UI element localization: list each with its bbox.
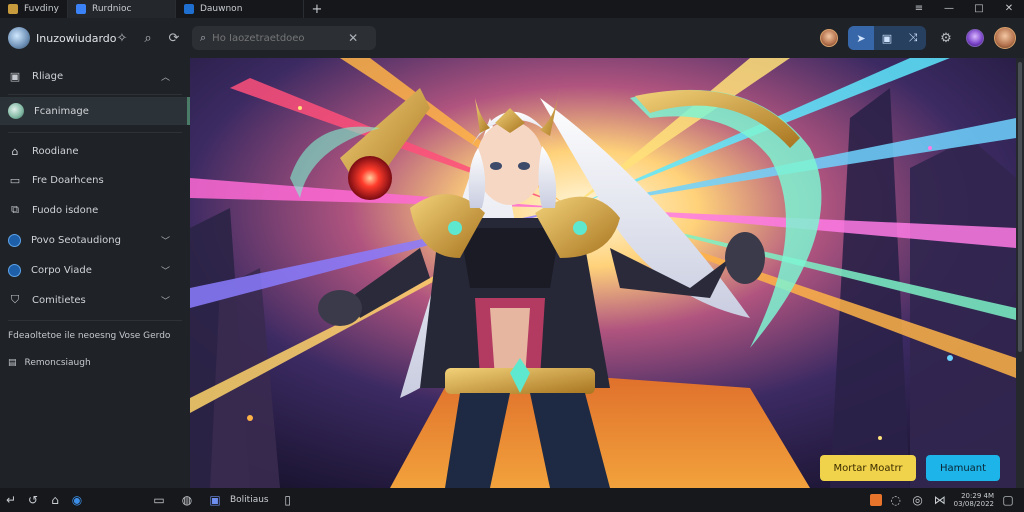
sparkle-icon[interactable]: ✧ bbox=[112, 28, 132, 48]
system-tray: ◌ ◎ ⋈ 20:29 4M 03/08/2022 ▢ bbox=[869, 488, 1016, 512]
undo-icon[interactable]: ↺ bbox=[22, 488, 44, 512]
primary-action-button[interactable]: Mortar Moatrr bbox=[820, 455, 916, 481]
clock: 20:29 4M 03/08/2022 bbox=[954, 492, 994, 508]
sidebar-item-roodiane[interactable]: ⌂ Roodiane bbox=[0, 137, 190, 165]
sidebar-footer-link-label: Remoncsiaugh bbox=[24, 358, 91, 368]
divider bbox=[8, 132, 182, 133]
tab-rurdnioc[interactable]: Rurdnioc bbox=[67, 0, 176, 18]
notification-icon[interactable] bbox=[869, 494, 882, 506]
sidebar-item-doarhcens[interactable]: ▭ Fre Doarhcens bbox=[0, 166, 190, 194]
tab-label: Fuvdiny bbox=[24, 4, 59, 14]
sidebar-item-label: Corpo Viade bbox=[31, 264, 92, 276]
share-icon[interactable]: ⋈ bbox=[932, 488, 948, 512]
clock-date: 03/08/2022 bbox=[953, 500, 994, 508]
sidebar-item-label: Roodiane bbox=[32, 145, 79, 157]
v-circle-icon bbox=[8, 233, 21, 247]
vertical-scrollbar[interactable] bbox=[1016, 58, 1024, 488]
wifi-icon[interactable]: ◌ bbox=[888, 488, 904, 512]
image-toggle-icon[interactable]: ▣ bbox=[874, 26, 900, 50]
v-icon bbox=[183, 4, 194, 14]
brand-logo-icon bbox=[8, 27, 30, 49]
chat-icon[interactable]: ▢ bbox=[1000, 488, 1016, 512]
new-tab-button[interactable]: + bbox=[304, 2, 330, 17]
folder-icon: ▭ bbox=[9, 173, 21, 187]
sidebar-footer-text: Fdeaoltetoe ile neoesng Vose Gerdo bbox=[8, 331, 171, 341]
search-input-icon: ⌕ bbox=[200, 31, 207, 44]
sidebar-item-label: Fcanimage bbox=[34, 105, 89, 117]
brand[interactable]: Inuzowiudardo bbox=[0, 27, 186, 49]
search-bar[interactable]: ⌕ ✕ bbox=[192, 26, 376, 50]
app-window-icon[interactable]: ▣ bbox=[204, 488, 226, 512]
back-icon[interactable]: ↵ bbox=[0, 488, 22, 512]
sidebar-footer-link[interactable]: ▤ Remoncsiaugh bbox=[8, 358, 91, 368]
toolbar-right: ➤ ▣ ⤨ ⚙ bbox=[820, 26, 1016, 50]
refresh-icon[interactable]: ⟳ bbox=[164, 28, 184, 48]
shield-icon: ⛉ bbox=[10, 293, 20, 306]
purple-avatar[interactable] bbox=[966, 29, 984, 47]
blue-app-icon[interactable]: ◉ bbox=[66, 488, 88, 512]
search-input[interactable] bbox=[212, 32, 343, 44]
sidebar-item-rliage[interactable]: ▣ Rliage ︿ bbox=[0, 62, 190, 90]
clock-time: 20:29 4M bbox=[961, 492, 994, 500]
tab-label: Dauwnon bbox=[199, 4, 243, 14]
fantasy-warrior-artwork bbox=[190, 58, 1016, 488]
tab-dauwnon[interactable]: Dauwnon bbox=[176, 0, 304, 18]
view-toggle: ➤ ▣ ⤨ bbox=[848, 26, 926, 50]
sidebar-item-label: Rliage bbox=[32, 70, 64, 82]
sidebar-item-isdone[interactable]: ⧉ Fuodo isdone bbox=[0, 196, 190, 224]
search-icon[interactable]: ⌕ bbox=[138, 28, 158, 48]
sidebar-item-label: Fre Doarhcens bbox=[32, 174, 104, 186]
close-button[interactable]: ✕ bbox=[994, 0, 1024, 18]
home-icon[interactable]: ⌂ bbox=[44, 488, 66, 512]
profile-avatar[interactable] bbox=[994, 27, 1016, 49]
tab-fuvdiny[interactable]: Fuvdiny bbox=[0, 0, 68, 18]
divider bbox=[8, 94, 182, 95]
secondary-action-button[interactable]: Hamuant bbox=[926, 455, 1000, 481]
avatar-icon bbox=[8, 103, 24, 119]
minimize-button[interactable]: — bbox=[934, 0, 964, 18]
volume-icon[interactable]: ◎ bbox=[910, 488, 926, 512]
image-icon: ▣ bbox=[9, 69, 21, 83]
chevron-down-icon[interactable]: ﹀ bbox=[161, 294, 170, 307]
window-icon[interactable]: ▭ bbox=[148, 488, 170, 512]
clear-search-icon[interactable]: ✕ bbox=[348, 31, 358, 45]
app-icon bbox=[8, 4, 18, 14]
scrollbar-thumb[interactable] bbox=[1018, 62, 1022, 352]
bookmark-icon[interactable]: ▯ bbox=[277, 488, 299, 512]
camera-icon[interactable]: ◍ bbox=[176, 488, 198, 512]
top-toolbar: Inuzowiudardo ✧ ⌕ ⟳ ⌕ ✕ ➤ ▣ ⤨ ⚙ bbox=[0, 18, 1024, 58]
main-image-viewer[interactable]: Mortar Moatrr Hamuant bbox=[190, 58, 1016, 488]
chevron-down-icon[interactable]: ﹀ bbox=[161, 264, 170, 277]
taskbar: ↵ ↺ ⌂ ◉ ▭ ◍ ▣ Bolitiaus ▯ ◌ ◎ ⋈ 20:29 4M… bbox=[0, 488, 1024, 512]
sidebar-item-label: Comitietes bbox=[32, 294, 86, 306]
sidebar-item-label: Povo Seotaudiong bbox=[31, 234, 121, 246]
home-icon: ⌂ bbox=[11, 144, 19, 158]
sidebar-item-corpo-viade[interactable]: Corpo Viade ﹀ bbox=[0, 256, 190, 284]
sidebar-item-fcanimage[interactable]: Fcanimage bbox=[0, 97, 190, 125]
maximize-button[interactable]: □ bbox=[964, 0, 994, 18]
tab-strip: Fuvdiny Rurdnioc Dauwnon + ≡ — □ ✕ bbox=[0, 0, 1024, 18]
nav-toggle-icon[interactable]: ➤ bbox=[848, 26, 874, 50]
menu-icon[interactable]: ≡ bbox=[904, 0, 934, 18]
chevron-down-icon[interactable]: ﹀ bbox=[161, 234, 170, 247]
brand-name: Inuzowiudardo bbox=[36, 31, 117, 45]
shuffle-toggle-icon[interactable]: ⤨ bbox=[900, 26, 926, 50]
image-stack-icon: ⧉ bbox=[11, 203, 19, 216]
sidebar-item-seotaudiong[interactable]: Povo Seotaudiong ﹀ bbox=[0, 226, 190, 254]
document-icon bbox=[75, 4, 86, 14]
user-avatar-small[interactable] bbox=[820, 29, 838, 47]
sidebar-item-label: Fuodo isdone bbox=[32, 204, 99, 216]
taskbar-item-label[interactable]: Bolitiaus bbox=[230, 495, 269, 505]
chevron-up-icon[interactable]: ︿ bbox=[161, 70, 170, 83]
settings-icon[interactable]: ⚙ bbox=[936, 28, 956, 48]
tab-label: Rurdnioc bbox=[91, 4, 132, 14]
target-icon bbox=[8, 263, 21, 277]
sidebar-item-comitietes[interactable]: ⛉ Comitietes ﹀ bbox=[0, 286, 190, 314]
window-controls: ≡ — □ ✕ bbox=[904, 0, 1024, 18]
sidebar: ▣ Rliage ︿ Fcanimage ⌂ Roodiane ▭ Fre Do… bbox=[0, 58, 190, 488]
divider bbox=[8, 320, 182, 321]
file-icon: ▤ bbox=[8, 358, 17, 368]
